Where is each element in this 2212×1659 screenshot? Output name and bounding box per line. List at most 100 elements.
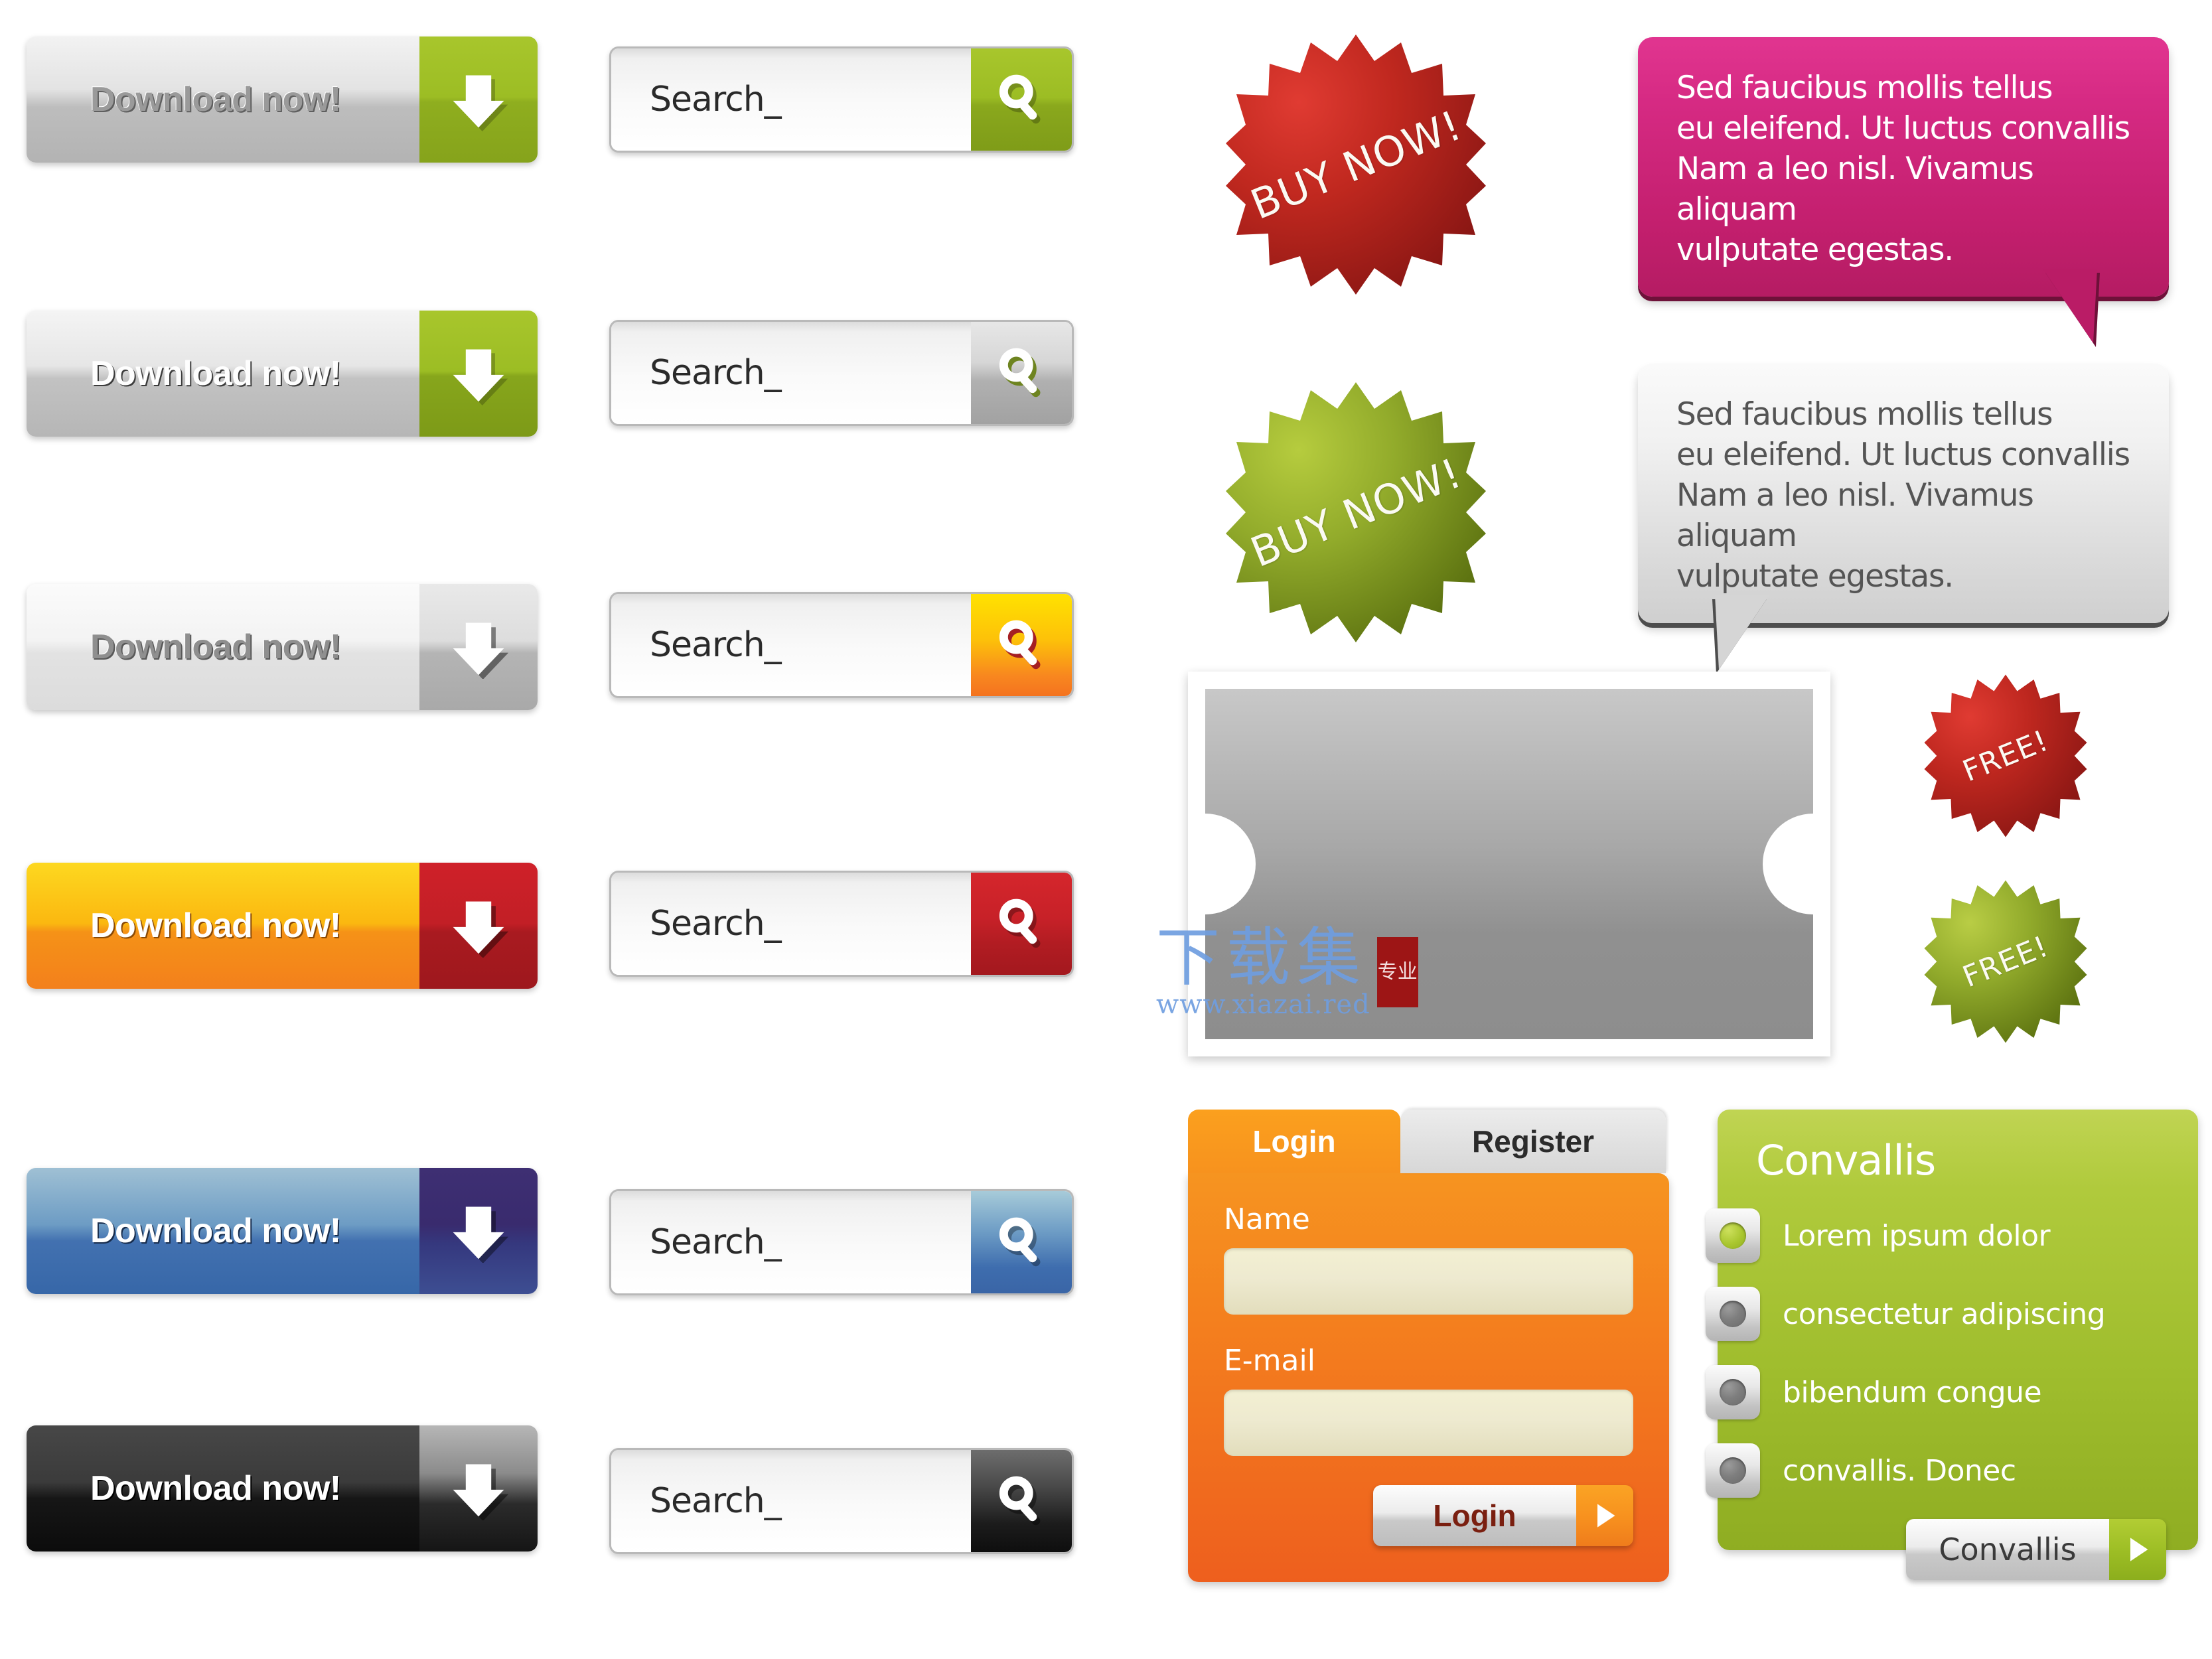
list-item-label: consectetur adipiscing [1783,1297,2106,1331]
speech-bubble-grey: Sed faucibus mollis tellus eu eleifend. … [1638,364,2169,674]
badge-buy-now-green[interactable]: BUY NOW! [1220,380,1492,645]
speech-bubble-body: Sed faucibus mollis tellus eu eleifend. … [1638,37,2169,297]
search-box-red[interactable]: Search_ [609,871,1074,977]
download-button-label: Download now! [90,80,341,119]
search-input-value: Search_ [650,904,782,944]
search-submit-button[interactable] [971,594,1072,696]
speech-bubble-text: Sed faucibus mollis tellus eu eleifend. … [1676,396,2130,595]
radio-button-icon[interactable] [1706,1208,1760,1263]
download-button-label: Download now! [90,906,341,945]
arrow-right-icon [1597,1504,1615,1528]
arrow-down-icon [453,349,508,405]
search-input-value: Search_ [650,625,782,665]
name-field-label: Name [1224,1202,1310,1236]
carousel-prev-button[interactable] [1205,814,1256,914]
starburst-shape [1924,674,2087,837]
search-icon [999,1476,1041,1526]
chevron-left-icon [1217,845,1240,883]
tab-login[interactable]: Login [1188,1110,1400,1173]
download-button-white-grey[interactable]: Download now! [27,584,538,710]
download-button-blue-indigo[interactable]: Download now! [27,1168,538,1294]
download-button-body: Download now! [27,1425,419,1551]
download-button-black-grey[interactable]: Download now! [27,1425,538,1551]
search-input-field[interactable]: Search_ [611,1450,971,1552]
search-icon [999,74,1041,124]
speech-bubble-tail [2036,269,2136,348]
search-box-amber[interactable]: Search_ [609,592,1074,698]
radio-button-icon[interactable] [1706,1287,1760,1341]
search-input-field[interactable]: Search_ [611,322,971,424]
arrow-down-icon [453,901,509,958]
ui-kit-canvas: Download now! Download now! Download now… [0,0,2212,1659]
starburst-shape [1226,35,1486,295]
download-button-orange-red[interactable]: Download now! [27,863,538,989]
radio-dot [1720,1379,1746,1406]
download-button-body: Download now! [27,311,419,437]
search-icon [999,620,1041,670]
download-button-grey-green-inset[interactable]: Download now! [27,311,538,437]
tab-register[interactable]: Register [1400,1110,1666,1173]
search-box-green[interactable]: Search_ [609,46,1074,153]
search-input-value: Search_ [650,353,782,393]
badge-buy-now-red[interactable]: BUY NOW! [1220,32,1492,297]
convallis-action-button[interactable]: Convallis [1906,1519,2166,1580]
list-item[interactable]: Lorem ipsum dolor [1706,1196,2166,1275]
name-field[interactable] [1224,1248,1633,1315]
badge-free-green[interactable]: FREE! [1922,879,2089,1045]
radio-dot [1720,1301,1746,1327]
speech-bubble-tail [1676,595,1776,675]
search-input-field[interactable]: Search_ [611,48,971,151]
image-carousel[interactable] [1188,672,1830,1056]
search-box-black[interactable]: Search_ [609,1448,1074,1554]
download-button-grey-green[interactable]: Download now! [27,36,538,163]
email-field-label: E-mail [1224,1344,1315,1378]
arrow-down-icon [453,75,508,131]
download-button-label: Download now! [90,1469,341,1508]
download-arrow-panel [419,36,538,163]
tab-login-label: Login [1252,1124,1336,1159]
search-input-value: Search_ [650,80,782,119]
list-item[interactable]: consectetur adipiscing [1706,1275,2166,1353]
search-box-blue[interactable]: Search_ [609,1189,1074,1295]
search-submit-button[interactable] [971,48,1072,151]
download-button-label: Download now! [90,628,341,666]
convallis-action-label: Convallis [1906,1519,2109,1580]
search-input-field[interactable]: Search_ [611,1191,971,1293]
download-arrow-panel [419,584,538,710]
starburst-shape [1226,382,1486,642]
arrow-down-icon [453,622,509,679]
speech-bubble-text: Sed faucibus mollis tellus eu eleifend. … [1676,70,2130,269]
login-panel: Login Register Name E-mail Login [1188,1110,1669,1582]
badge-free-red[interactable]: FREE! [1922,673,2089,839]
carousel-next-button[interactable] [1763,814,1813,914]
search-submit-button[interactable] [971,873,1072,975]
speech-bubble-pink: Sed faucibus mollis tellus eu eleifend. … [1638,37,2169,347]
radio-button-icon[interactable] [1706,1443,1760,1498]
login-submit-button[interactable]: Login [1373,1485,1633,1546]
list-item-label: convallis. Donec [1783,1453,2016,1488]
download-button-body: Download now! [27,584,419,710]
radio-button-icon[interactable] [1706,1365,1760,1419]
download-arrow-panel [419,311,538,437]
search-input-value: Search_ [650,1222,782,1262]
search-input-field[interactable]: Search_ [611,594,971,696]
arrow-down-icon [453,1464,509,1520]
download-button-body: Download now! [27,863,419,989]
search-input-field[interactable]: Search_ [611,873,971,975]
list-item[interactable]: convallis. Donec [1706,1431,2166,1510]
carousel-slide [1205,689,1813,1039]
radio-dot [1720,1222,1746,1249]
download-button-body: Download now! [27,36,419,163]
search-submit-button[interactable] [971,1191,1072,1293]
search-submit-button[interactable] [971,322,1072,424]
login-tabs: Login Register [1188,1110,1669,1173]
list-item[interactable]: bibendum congue [1706,1353,2166,1431]
email-field[interactable] [1224,1390,1633,1456]
search-icon [999,348,1041,397]
download-arrow-panel [419,863,538,989]
convallis-action-arrow [2109,1519,2166,1580]
search-submit-button[interactable] [971,1450,1072,1552]
starburst-shape [1924,880,2087,1043]
login-form: Name E-mail Login [1188,1173,1669,1582]
search-box-grey[interactable]: Search_ [609,320,1074,426]
